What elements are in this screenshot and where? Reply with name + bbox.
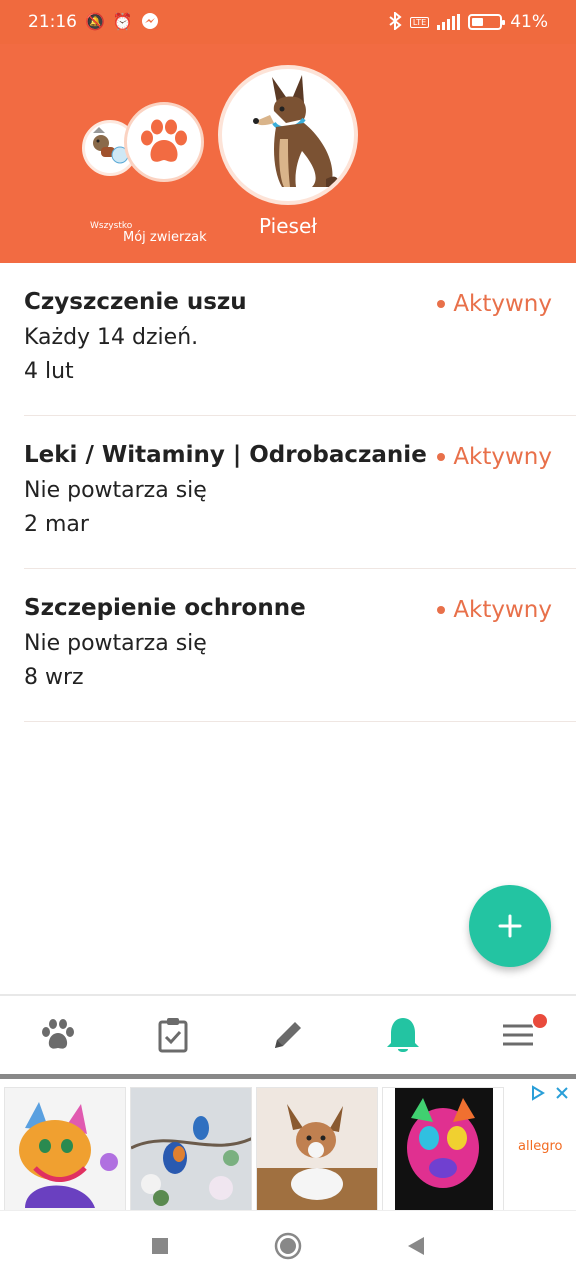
- pet-selector-header: Wszystko Mój zwierzak Pieseł: [0, 44, 576, 263]
- status-label: Aktywny: [453, 291, 552, 317]
- menu-icon: [503, 1024, 534, 1046]
- status-label: Aktywny: [453, 597, 552, 623]
- reminder-title: Szczepienie ochronne: [24, 595, 306, 621]
- ad-image-cat[interactable]: [4, 1087, 126, 1211]
- reminder-item[interactable]: Leki / Witaminy | Odrobaczanie Nie powta…: [24, 416, 576, 569]
- status-label: Aktywny: [453, 444, 552, 470]
- reminder-repeat: Każdy 14 dzień.: [24, 325, 199, 350]
- status-badge: Aktywny: [437, 597, 552, 623]
- ad-controls: [530, 1085, 570, 1101]
- paw-icon: [141, 119, 187, 162]
- nav-pets[interactable]: [0, 996, 115, 1074]
- notification-badge: [530, 1012, 549, 1030]
- reminder-list: Czyszczenie uszu Każdy 14 dzień. 4 lut A…: [0, 263, 576, 722]
- selected-pet-avatar[interactable]: [218, 65, 358, 205]
- mute-icon: 🔕: [85, 12, 105, 31]
- status-dot: [437, 300, 446, 308]
- close-ad-icon[interactable]: [554, 1085, 570, 1101]
- nav-reminders[interactable]: [346, 996, 461, 1074]
- reminder-date: 2 mar: [24, 512, 89, 537]
- back-icon[interactable]: [407, 1236, 425, 1256]
- reminder-title: Czyszczenie uszu: [24, 289, 247, 315]
- reminder-item[interactable]: Szczepienie ochronne Nie powtarza się 8 …: [24, 569, 576, 722]
- reminder-title: Leki / Witaminy | Odrobaczanie: [24, 442, 427, 468]
- network-badge: LTE: [409, 16, 430, 28]
- status-dot: [437, 606, 446, 614]
- signal-icon: [437, 14, 461, 30]
- paw-icon: [41, 1019, 74, 1049]
- status-badge: Aktywny: [437, 291, 552, 317]
- nav-notes[interactable]: [230, 996, 345, 1074]
- clock: 21:16: [28, 12, 77, 32]
- add-reminder-button[interactable]: [469, 885, 551, 967]
- ad-brand-label[interactable]: allegro: [518, 1139, 562, 1154]
- nav-menu[interactable]: [461, 996, 576, 1074]
- reminder-repeat: Nie powtarza się: [24, 478, 207, 503]
- bell-icon: [387, 1018, 420, 1052]
- ad-image-dog[interactable]: [256, 1087, 378, 1211]
- bottom-navigation: [0, 994, 576, 1074]
- bluetooth-icon: [388, 10, 402, 33]
- status-bar: 21:16 🔕 ⏰ LTE 41%: [0, 0, 576, 44]
- clipboard-check-icon: [158, 1018, 188, 1053]
- system-navigation: [0, 1210, 576, 1280]
- ad-image-bird[interactable]: [130, 1087, 252, 1211]
- my-pet-label: Mój zwierzak: [123, 230, 207, 245]
- reminder-date: 8 wrz: [24, 665, 84, 690]
- battery-icon: [468, 14, 506, 30]
- my-pet-avatar[interactable]: [124, 102, 204, 182]
- pencil-icon: [275, 1022, 301, 1048]
- alarm-icon: ⏰: [112, 12, 133, 31]
- status-badge: Aktywny: [437, 444, 552, 470]
- home-icon[interactable]: [274, 1232, 302, 1260]
- battery-text: 41%: [510, 12, 548, 32]
- status-dot: [437, 453, 446, 461]
- messenger-icon: [141, 12, 159, 33]
- nav-tasks[interactable]: [115, 996, 230, 1074]
- ad-image-colorful-dog[interactable]: [382, 1087, 504, 1211]
- recent-apps-icon[interactable]: [151, 1237, 169, 1255]
- selected-pet-label: Pieseł: [259, 214, 317, 238]
- reminder-item[interactable]: Czyszczenie uszu Każdy 14 dzień. 4 lut A…: [24, 263, 576, 416]
- reminder-repeat: Nie powtarza się: [24, 631, 207, 656]
- reminder-date: 4 lut: [24, 359, 74, 384]
- plus-icon: [498, 914, 522, 938]
- ad-banner[interactable]: allegro: [0, 1074, 576, 1211]
- adchoices-icon[interactable]: [530, 1085, 546, 1101]
